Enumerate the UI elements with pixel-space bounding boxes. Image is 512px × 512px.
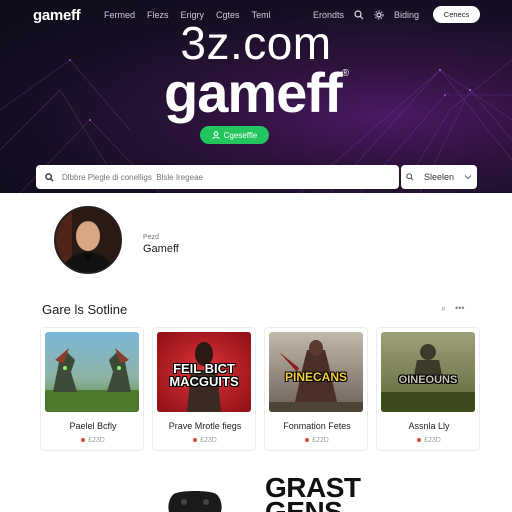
section-actions: ⌕ ••• bbox=[441, 304, 465, 313]
profile-label: Pezd bbox=[143, 234, 159, 241]
game-thumbnail bbox=[45, 332, 139, 412]
bottom-logo: GRAST GENS bbox=[265, 474, 361, 512]
game-thumbnail: FEIL BICT MACGUITS bbox=[157, 332, 251, 412]
user-icon bbox=[211, 131, 220, 139]
game-title[interactable]: Assnla Lly bbox=[377, 421, 481, 431]
game-card-2[interactable]: FEIL BICT MACGUITS Prave Mrotle fiegs £2… bbox=[152, 327, 256, 451]
cta-button[interactable]: Cgeseffle bbox=[200, 126, 269, 144]
hero-title: gameff® bbox=[0, 60, 512, 125]
game-meta-text: £23D bbox=[88, 437, 105, 444]
status-dot bbox=[305, 438, 310, 443]
status-dot bbox=[193, 438, 198, 443]
game-card-1[interactable]: Paelel Bcfly £23D bbox=[40, 327, 144, 451]
game-thumbnail: OINEOUNS bbox=[381, 332, 475, 412]
game-thumbnail: PINECANS bbox=[269, 332, 363, 412]
game-meta: £23D bbox=[377, 437, 481, 444]
registered-mark: ® bbox=[341, 68, 349, 79]
avatar[interactable] bbox=[54, 206, 122, 274]
game-title[interactable]: Fonmation Fetes bbox=[265, 421, 369, 431]
avatar-portrait bbox=[56, 208, 120, 272]
hero-title-text: gameff bbox=[164, 61, 343, 124]
game-art bbox=[45, 332, 139, 412]
game-meta: £23D bbox=[41, 437, 145, 444]
more-options-icon[interactable]: ••• bbox=[455, 304, 464, 313]
hero-banner: gameff Fermed Flezs Erigry Cgtes Teml Er… bbox=[0, 0, 512, 193]
gamepad-icon bbox=[168, 491, 222, 512]
game-meta: £23D bbox=[153, 437, 257, 444]
game-thumbnail-title: OINEOUNS bbox=[398, 374, 458, 386]
game-title[interactable]: Prave Mrotle fiegs bbox=[153, 421, 257, 431]
section-search-icon[interactable]: ⌕ bbox=[441, 304, 446, 313]
search-bar[interactable] bbox=[36, 165, 399, 189]
game-meta: £22D bbox=[265, 437, 369, 444]
game-meta-text: £22D bbox=[312, 437, 329, 444]
game-meta-text: £23D bbox=[424, 437, 441, 444]
game-meta-text: £23D bbox=[200, 437, 217, 444]
game-thumbnail-title: PINECANS bbox=[284, 370, 347, 384]
search-input[interactable] bbox=[62, 172, 382, 182]
status-dot bbox=[417, 438, 422, 443]
search-button[interactable]: Sleelen bbox=[401, 165, 477, 189]
profile-name[interactable]: Gameff bbox=[143, 243, 179, 255]
status-dot bbox=[81, 438, 86, 443]
cta-label: Cgeseffle bbox=[223, 130, 258, 140]
section-title: Gare ls Sotline bbox=[42, 302, 128, 317]
chevron-down-icon bbox=[464, 175, 472, 180]
game-art bbox=[381, 332, 475, 412]
search-icon bbox=[406, 173, 414, 181]
game-thumbnail-title: FEIL BICT MACGUITS bbox=[169, 361, 239, 389]
game-card-3[interactable]: PINECANS Fonmation Fetes £22D bbox=[264, 327, 368, 451]
game-card-4[interactable]: OINEOUNS Assnla Lly £23D bbox=[376, 327, 480, 451]
game-title[interactable]: Paelel Bcfly bbox=[41, 421, 145, 431]
search-button-label: Sleelen bbox=[423, 172, 455, 182]
search-icon bbox=[45, 172, 54, 182]
